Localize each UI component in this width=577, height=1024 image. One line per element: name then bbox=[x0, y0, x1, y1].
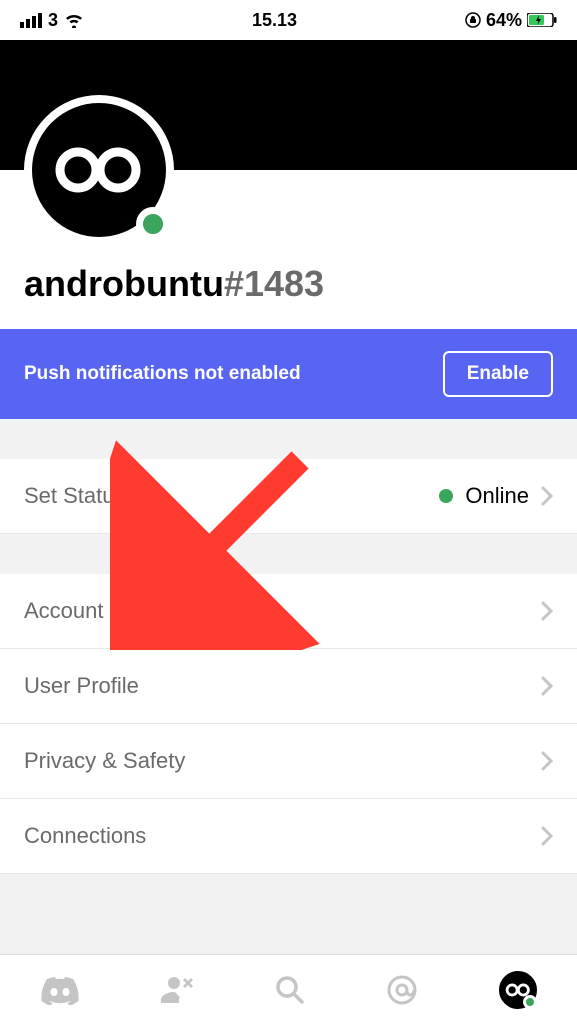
enable-button[interactable]: Enable bbox=[443, 351, 553, 397]
notification-banner: Push notifications not enabled Enable bbox=[0, 329, 577, 419]
row-label: Connections bbox=[24, 823, 146, 849]
section-gap bbox=[0, 419, 577, 459]
discriminator: #1483 bbox=[224, 263, 324, 304]
chevron-right-icon bbox=[541, 601, 553, 621]
username: androbuntu bbox=[24, 263, 224, 304]
ios-status-bar: 3 15.13 64% bbox=[0, 0, 577, 40]
notification-message: Push notifications not enabled bbox=[24, 363, 301, 385]
bottom-nav bbox=[0, 954, 577, 1024]
user-profile-row[interactable]: User Profile bbox=[0, 649, 577, 724]
nav-home[interactable] bbox=[40, 975, 80, 1005]
privacy-safety-row[interactable]: Privacy & Safety bbox=[0, 724, 577, 799]
chevron-right-icon bbox=[541, 486, 553, 506]
chevron-right-icon bbox=[541, 676, 553, 696]
mentions-icon bbox=[386, 974, 418, 1006]
chevron-right-icon bbox=[541, 826, 553, 846]
account-row[interactable]: Account bbox=[0, 574, 577, 649]
clock: 15.13 bbox=[252, 10, 297, 31]
row-label: Privacy & Safety bbox=[24, 748, 185, 774]
row-label: Account bbox=[24, 598, 104, 624]
orientation-lock-icon bbox=[465, 12, 481, 28]
connections-row[interactable]: Connections bbox=[0, 799, 577, 874]
chevron-right-icon bbox=[541, 751, 553, 771]
profile-section: androbuntu#1483 bbox=[0, 170, 577, 329]
online-dot-icon bbox=[439, 489, 453, 503]
nav-search[interactable] bbox=[275, 975, 305, 1005]
nav-friends[interactable] bbox=[161, 975, 195, 1005]
row-label: User Profile bbox=[24, 673, 139, 699]
battery-icon bbox=[527, 13, 557, 27]
username-display: androbuntu#1483 bbox=[24, 263, 553, 305]
nav-avatar-icon bbox=[499, 971, 537, 1009]
battery-percent: 64% bbox=[486, 10, 522, 31]
avatar-logo-icon bbox=[54, 145, 144, 195]
section-gap bbox=[0, 534, 577, 574]
carrier-label: 3 bbox=[48, 10, 58, 31]
nav-presence-dot bbox=[523, 995, 537, 1009]
nav-mentions[interactable] bbox=[386, 974, 418, 1006]
status-value: Online bbox=[465, 483, 529, 509]
search-icon bbox=[275, 975, 305, 1005]
status-left: 3 bbox=[20, 10, 84, 31]
presence-indicator bbox=[136, 207, 170, 241]
signal-icon bbox=[20, 13, 42, 28]
row-label: Set Status bbox=[24, 483, 126, 509]
wifi-icon bbox=[64, 13, 84, 28]
discord-icon bbox=[40, 975, 80, 1005]
status-right: 64% bbox=[465, 10, 557, 31]
set-status-row[interactable]: Set Status Online bbox=[0, 459, 577, 534]
friends-icon bbox=[161, 975, 195, 1005]
nav-profile[interactable] bbox=[499, 971, 537, 1009]
